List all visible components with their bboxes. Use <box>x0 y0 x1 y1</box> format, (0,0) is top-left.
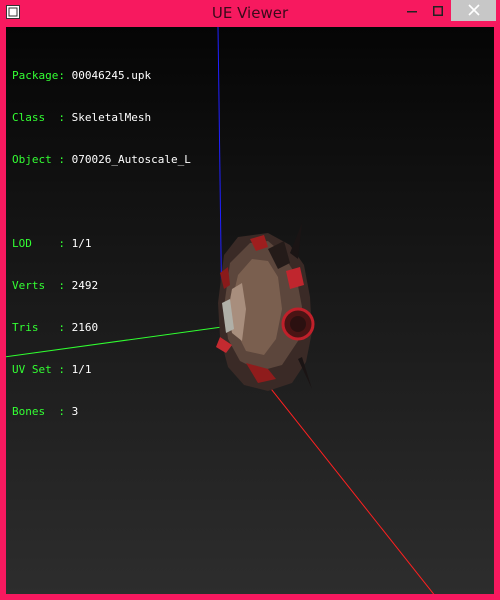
info-value: 070026_Autoscale_L <box>71 153 191 166</box>
info-value: 00046245.upk <box>71 69 152 82</box>
info-label: Tris : <box>12 321 65 334</box>
info-row-bones: Bones : 3 <box>12 405 191 419</box>
info-value: 1/1 <box>71 237 92 250</box>
info-row-package: Package: 00046245.upk <box>12 69 191 83</box>
info-value: 2492 <box>71 279 99 292</box>
info-value: 2160 <box>71 321 99 334</box>
info-row-verts: Verts : 2492 <box>12 279 191 293</box>
info-label: UV Set : <box>12 363 65 376</box>
minimize-button[interactable] <box>399 0 425 21</box>
info-row-tris: Tris : 2160 <box>12 321 191 335</box>
info-label: Package: <box>12 69 65 82</box>
info-label: Class : <box>12 111 65 124</box>
close-icon <box>467 1 480 20</box>
info-row-class: Class : SkeletalMesh <box>12 111 191 125</box>
info-row-uvset: UV Set : 1/1 <box>12 363 191 377</box>
3d-viewport[interactable]: Package: 00046245.upk Class : SkeletalMe… <box>6 27 494 594</box>
info-value: SkeletalMesh <box>71 111 152 124</box>
info-row-object: Object : 070026_Autoscale_L <box>12 153 191 167</box>
title-bar[interactable]: UE Viewer <box>0 0 500 27</box>
info-spacer <box>12 195 191 209</box>
close-button[interactable] <box>451 0 496 21</box>
mesh-info-overlay: Package: 00046245.upk Class : SkeletalMe… <box>12 41 191 447</box>
minimize-icon <box>407 1 417 20</box>
mesh-object <box>216 223 315 391</box>
maximize-icon <box>433 1 443 20</box>
info-label: Verts : <box>12 279 65 292</box>
app-window: UE Viewer Package: 00046245.upk Class: … <box>0 0 500 600</box>
info-label: LOD : <box>12 237 65 250</box>
info-value: 3 <box>71 405 79 418</box>
info-label: Bones : <box>12 405 65 418</box>
info-label: Object : <box>12 153 65 166</box>
info-row-lod: LOD : 1/1 <box>12 237 191 251</box>
info-value: 1/1 <box>71 363 92 376</box>
maximize-button[interactable] <box>425 0 451 21</box>
